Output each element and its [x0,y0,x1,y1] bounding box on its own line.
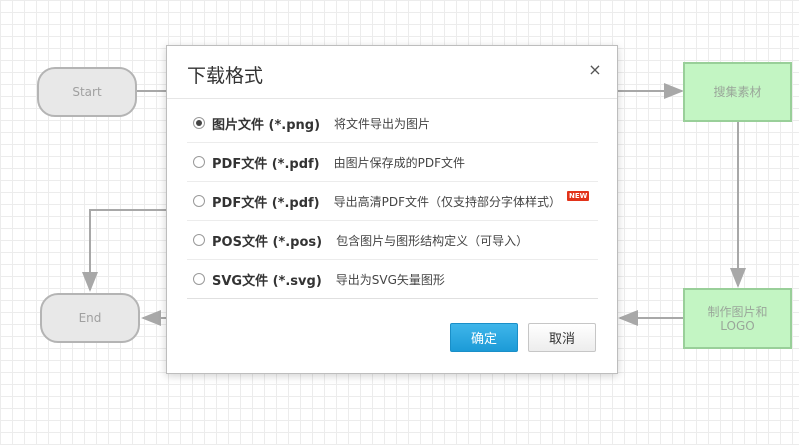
radio-hd-pdf[interactable] [193,195,205,207]
make-image-logo-label: 制作图片和LOGO [707,304,768,333]
format-option-pos[interactable]: POS文件 (*.pos) 包含图片与图形结构定义（可导入） [187,221,598,260]
make-image-logo-node[interactable]: 制作图片和LOGO [683,288,792,349]
dialog-header: 下载格式 × [167,46,617,99]
format-description: 导出高清PDF文件（仅支持部分字体样式） [333,194,562,209]
format-option-list: 图片文件 (*.png) 将文件导出为图片 PDF文件 (*.pdf) 由图片保… [187,104,598,299]
format-description: 导出为SVG矢量图形 [335,272,445,287]
new-badge: NEW [567,191,590,201]
dialog-title: 下载格式 [187,65,264,87]
confirm-button[interactable]: 确定 [450,323,518,352]
radio-svg[interactable] [193,273,205,285]
cancel-button[interactable]: 取消 [528,323,596,352]
radio-pdf[interactable] [193,156,205,168]
format-name: POS文件 (*.pos) [212,234,323,250]
end-node[interactable]: End [40,293,140,343]
close-icon[interactable]: × [587,62,603,78]
download-format-dialog: 下载格式 × 图片文件 (*.png) 将文件导出为图片 PDF文件 (*.pd… [166,45,618,374]
format-description: 由图片保存成的PDF文件 [333,155,466,170]
start-node-label: Start [72,85,102,99]
format-option-hd-pdf[interactable]: PDF文件 (*.pdf) 导出高清PDF文件（仅支持部分字体样式） NEW [187,182,598,221]
format-option-png[interactable]: 图片文件 (*.png) 将文件导出为图片 [187,104,598,143]
gather-materials-label: 搜集素材 [713,85,762,99]
format-description: 包含图片与图形结构定义（可导入） [336,233,529,248]
start-node[interactable]: Start [37,67,137,117]
radio-png[interactable] [193,117,205,129]
format-name: SVG文件 (*.svg) [212,273,322,289]
end-node-label: End [78,311,102,325]
gather-materials-node[interactable]: 搜集素材 [683,62,792,122]
radio-pos[interactable] [193,234,205,246]
format-description: 将文件导出为图片 [334,116,431,131]
format-option-svg[interactable]: SVG文件 (*.svg) 导出为SVG矢量图形 [187,260,598,299]
format-name: PDF文件 (*.pdf) [212,156,320,172]
connector-to-end-vertical [82,209,166,292]
format-name: 图片文件 (*.png) [212,117,321,133]
format-name: PDF文件 (*.pdf) [212,195,320,211]
format-option-pdf[interactable]: PDF文件 (*.pdf) 由图片保存成的PDF文件 [187,143,598,182]
